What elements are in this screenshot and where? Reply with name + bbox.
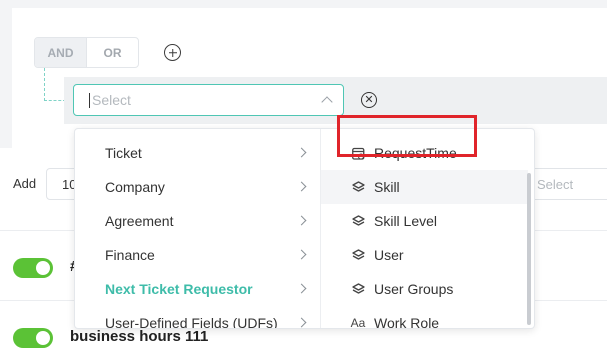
tree-connector: [44, 68, 45, 101]
layers-icon: [351, 282, 365, 296]
field-label: User: [374, 247, 404, 263]
field-item-work-role[interactable]: Aa Work Role: [321, 306, 528, 329]
text-type-icon: Aa: [350, 316, 366, 329]
add-label: Add: [13, 176, 37, 191]
or-button[interactable]: OR: [86, 38, 138, 67]
category-item-ticket[interactable]: Ticket: [75, 136, 321, 170]
field-label: Work Role: [374, 315, 440, 329]
category-label: Company: [105, 179, 165, 195]
category-label: Finance: [105, 247, 155, 263]
field-label: Skill: [374, 179, 400, 195]
field-dropdown: Ticket Company Agreement Finance Next Ti…: [74, 128, 535, 329]
rule-toggle-2[interactable]: [13, 328, 53, 348]
top-background-strip: [0, 0, 607, 8]
field-item-skill-level[interactable]: Skill Level: [321, 204, 528, 238]
category-label: Agreement: [105, 213, 174, 229]
chevron-right-icon: [296, 317, 307, 328]
chevron-right-icon: [296, 249, 307, 260]
chevron-up-icon: [321, 96, 333, 108]
field-label: Skill Level: [374, 213, 438, 229]
dropdown-scrollbar[interactable]: [527, 173, 531, 325]
category-column: Ticket Company Agreement Finance Next Ti…: [75, 129, 321, 329]
field-select[interactable]: Select: [73, 84, 344, 116]
category-label: Next Ticket Requestor: [105, 281, 253, 297]
chevron-right-icon: [296, 147, 307, 158]
category-item-company[interactable]: Company: [75, 170, 321, 204]
highlight-annotation: [337, 115, 477, 157]
field-label: User Groups: [374, 281, 454, 297]
text-cursor: [89, 92, 90, 108]
layers-icon: [351, 248, 365, 262]
field-select-placeholder: Select: [92, 92, 131, 108]
chevron-right-icon: [296, 181, 307, 192]
left-background-strip: [0, 8, 12, 148]
layers-icon: [351, 180, 365, 194]
rule-name-2: business hours 111: [70, 328, 209, 345]
category-label: Ticket: [105, 145, 142, 161]
add-condition-icon[interactable]: [164, 44, 181, 61]
field-item-user[interactable]: User: [321, 238, 528, 272]
and-button[interactable]: AND: [35, 38, 86, 67]
category-item-udfs[interactable]: User-Defined Fields (UDFs): [75, 306, 321, 329]
category-label: User-Defined Fields (UDFs): [105, 315, 278, 329]
field-item-user-groups[interactable]: User Groups: [321, 272, 528, 306]
tree-connector-branch: [44, 100, 66, 101]
logic-toggle: AND OR: [34, 37, 139, 68]
chevron-right-icon: [296, 283, 307, 294]
category-item-finance[interactable]: Finance: [75, 238, 321, 272]
field-column: RequestTime Skill Skill Level User User …: [321, 129, 534, 329]
category-item-agreement[interactable]: Agreement: [75, 204, 321, 238]
category-item-next-ticket-requestor[interactable]: Next Ticket Requestor: [75, 272, 321, 306]
chevron-right-icon: [296, 215, 307, 226]
layers-icon: [351, 214, 365, 228]
field-item-skill[interactable]: Skill: [321, 170, 528, 204]
rule-toggle-1[interactable]: [13, 258, 53, 278]
remove-condition-icon[interactable]: ✕: [361, 92, 377, 108]
